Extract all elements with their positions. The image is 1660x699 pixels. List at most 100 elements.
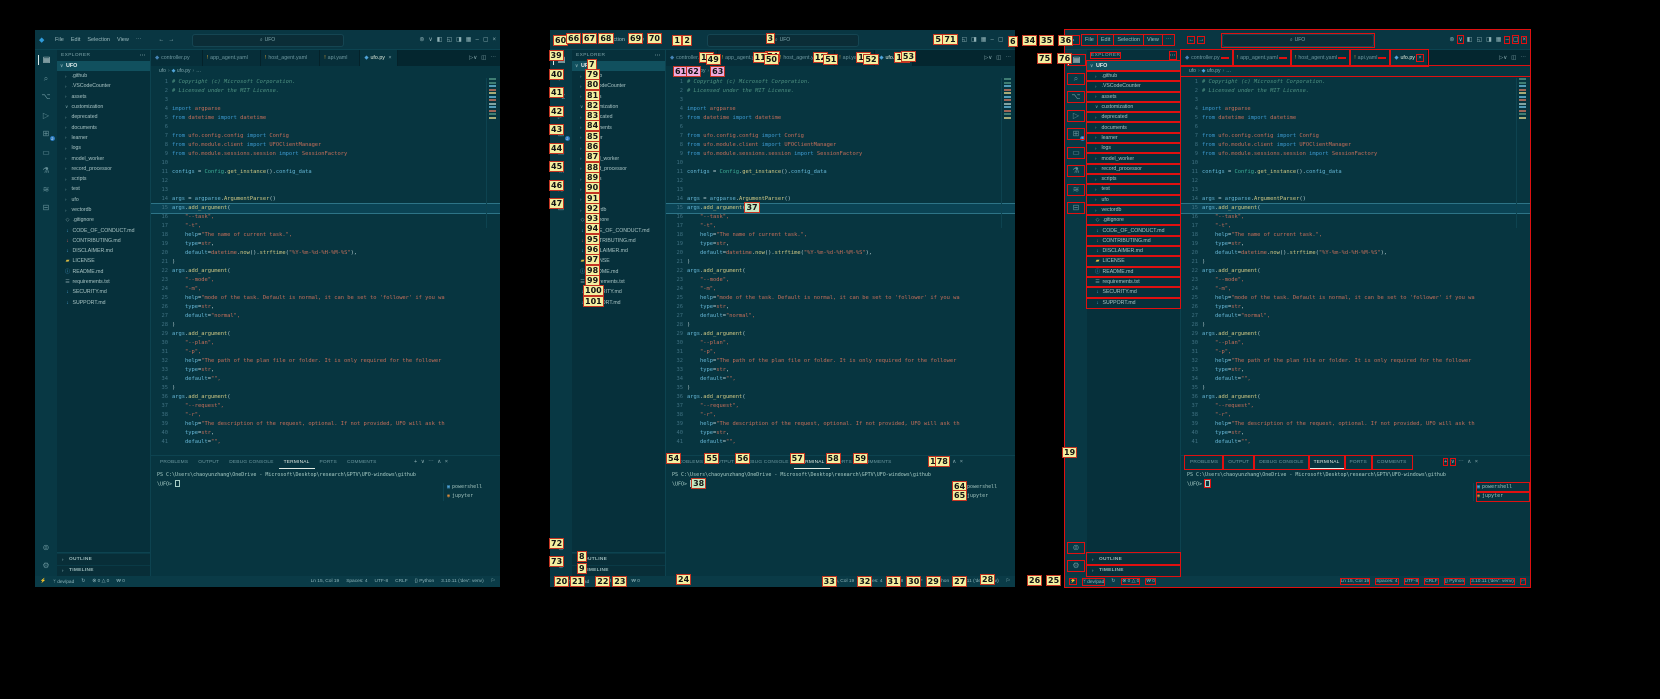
status-pyver[interactable]: 3.10.11 ('dev': venv)	[1471, 579, 1514, 584]
tree-item[interactable]: ›assets	[1087, 92, 1180, 102]
act-remote-icon[interactable]: ▭	[1068, 148, 1084, 158]
panel-tab-terminal[interactable]: TERMINAL	[279, 456, 315, 469]
tree-item[interactable]: ↓SUPPORT.md	[1087, 298, 1180, 308]
status-spaces[interactable]: Spaces: 4	[1376, 579, 1397, 584]
layout-toggle-icon[interactable]: ◧	[437, 36, 443, 43]
terminal[interactable]: PS C:\Users\chaoyunzhang\OneDrive - Micr…	[151, 469, 500, 576]
section-timeline[interactable]: ›TIMELINE	[1087, 565, 1180, 577]
menu-item-more[interactable]: ⋯	[1163, 35, 1175, 45]
act-run-icon[interactable]: ▷	[1068, 111, 1084, 121]
tree-item[interactable]: ›vectordb	[1087, 205, 1180, 215]
tree-item[interactable]: ∨customization	[57, 102, 150, 112]
status-lncol[interactable]: Ln 15, Col 19	[311, 579, 340, 584]
terminal[interactable]: PS C:\Users\chaoyunzhang\OneDrive - Micr…	[1181, 469, 1530, 576]
tree-item[interactable]: ›logs	[1087, 143, 1180, 153]
back-icon[interactable]: ←	[158, 37, 164, 43]
panel-tab-problems[interactable]: PROBLEMS	[155, 456, 193, 469]
action-split-icon[interactable]: ◫	[481, 55, 486, 61]
tree-item[interactable]: ›.VSCodeCounter	[1087, 81, 1180, 91]
tree-item[interactable]: ☰requirements.txt	[1087, 277, 1180, 287]
term-chevron-icon[interactable]: ∨	[421, 459, 425, 465]
terminal-session-jupyter[interactable]: ◉jupyter	[1477, 492, 1529, 501]
tab-app_agent.yaml[interactable]: !app_agent.yaml	[1233, 50, 1291, 66]
layout-toggle-icon[interactable]: ◨	[456, 36, 462, 43]
menu-item-file[interactable]: File	[52, 35, 67, 45]
layout-toggle-icon[interactable]: ◨	[1486, 36, 1492, 43]
breadcrumb[interactable]: ufo›◆ ufo.py›…	[151, 66, 500, 76]
tree-item[interactable]: ›documents	[1087, 122, 1180, 132]
status-bell[interactable]: ⚐	[1006, 579, 1010, 584]
action-run-icon[interactable]: ▷∨	[469, 55, 477, 61]
term-plus-icon[interactable]: +	[414, 459, 417, 465]
act-test-icon[interactable]: ⚗	[1068, 166, 1084, 176]
layout-toggle-icon[interactable]: ▦	[1496, 36, 1502, 43]
explorer-more-icon[interactable]: ⋯	[1170, 52, 1176, 59]
tab-api.yaml[interactable]: !api.yaml	[1350, 50, 1390, 66]
action-more-icon[interactable]: ⋯	[491, 55, 497, 61]
status-encoding[interactable]: UTF-8	[375, 579, 389, 584]
act-test-icon[interactable]: ⚗	[38, 166, 54, 176]
layout-toggle-icon[interactable]: ▦	[981, 36, 987, 43]
tree-item[interactable]: ↓CODE_OF_CONDUCT.md	[57, 225, 150, 235]
status-ports[interactable]: ₩ 0	[116, 579, 125, 584]
panel-tab-ports[interactable]: PORTS	[315, 456, 342, 469]
terminal-session-jupyter[interactable]: ◉jupyter	[447, 492, 499, 501]
tree-item[interactable]: ›.github	[1087, 71, 1180, 81]
section-timeline[interactable]: ›TIMELINE	[57, 565, 150, 577]
tab-ufo.py[interactable]: ◆ufo.py×	[1390, 50, 1428, 66]
menu-item-edit[interactable]: Edit	[1098, 35, 1113, 45]
action-more-icon[interactable]: ⋯	[1006, 55, 1012, 61]
tree-item[interactable]: ↓CONTRIBUTING.md	[57, 236, 150, 246]
term-kill-icon[interactable]: ×	[445, 459, 448, 465]
maximize-button[interactable]: ▢	[1513, 36, 1519, 43]
back-icon[interactable]: ←	[1188, 37, 1194, 43]
minimap[interactable]	[1001, 78, 1015, 228]
panel-tab-output[interactable]: OUTPUT	[1223, 456, 1254, 469]
breadcrumb-item[interactable]: …	[196, 68, 201, 74]
tree-item[interactable]: ›learner	[57, 133, 150, 143]
tree-item[interactable]: ›record_processor	[1087, 164, 1180, 174]
tree-item[interactable]: ›deprecated	[57, 112, 150, 122]
tab-close-icon[interactable]: ×	[1417, 55, 1423, 61]
status-problems[interactable]: ⊗ 0 △ 0	[92, 579, 109, 584]
tree-item[interactable]: ↓CONTRIBUTING.md	[1087, 236, 1180, 246]
menu-item-view[interactable]: View	[1144, 35, 1162, 45]
maximize-button[interactable]: ▢	[998, 36, 1004, 43]
breadcrumb-item[interactable]: ◆ ufo.py	[172, 68, 191, 74]
tree-item[interactable]: ›learner	[1087, 133, 1180, 143]
tree-item[interactable]: ›test	[1087, 184, 1180, 194]
terminal-session-powershell[interactable]: ▣powershell	[1477, 483, 1529, 492]
maximize-button[interactable]: ▢	[483, 36, 489, 43]
status-remote[interactable]: ⚡	[40, 579, 46, 584]
tab-close-icon[interactable]: ×	[387, 55, 393, 61]
term-up-icon[interactable]: ∧	[952, 459, 956, 465]
minimize-button[interactable]: –	[990, 37, 993, 43]
tree-item[interactable]: ›scripts	[57, 174, 150, 184]
tree-item[interactable]: ↓SECURITY.md	[1087, 287, 1180, 297]
term-chevron-icon[interactable]: ∨	[1451, 459, 1455, 465]
minimize-button[interactable]: –	[1505, 37, 1508, 43]
tab-controller.py[interactable]: ◆controller.py	[151, 50, 203, 66]
act-chat-icon[interactable]: ⊟	[38, 203, 54, 213]
tree-item[interactable]: ›model_worker	[1087, 153, 1180, 163]
menu-item-file[interactable]: File	[1082, 35, 1097, 45]
term-up-icon[interactable]: ∧	[437, 459, 441, 465]
status-problems[interactable]: ⊗ 0 △ 0	[1122, 579, 1139, 584]
tree-item[interactable]: ◇.gitignore	[57, 215, 150, 225]
menu-item-selection[interactable]: Selection	[1114, 35, 1143, 45]
menu-item-more[interactable]: ⋯	[133, 35, 145, 45]
term-more-icon[interactable]: ⋯	[1458, 459, 1464, 465]
tree-item[interactable]: ⓘREADME.md	[1087, 267, 1180, 277]
act-settings-icon[interactable]: ⚙	[1068, 561, 1084, 571]
search-input[interactable]: ⌕UFO	[192, 34, 344, 47]
status-bell[interactable]: ⚐	[1521, 579, 1525, 584]
panel-tab-output[interactable]: OUTPUT	[193, 456, 224, 469]
close-button[interactable]: ×	[1522, 37, 1526, 43]
tree-item[interactable]: ›documents	[57, 122, 150, 132]
panel-tab-problems[interactable]: PROBLEMS	[1185, 456, 1223, 469]
act-extensions-icon[interactable]: ⊞2	[1068, 129, 1084, 139]
layout-toggle-icon[interactable]: ◱	[1476, 36, 1482, 43]
status-spaces[interactable]: Spaces: 4	[346, 579, 367, 584]
minimap[interactable]	[486, 78, 500, 228]
terminal-session-powershell[interactable]: ▣powershell	[962, 483, 1014, 492]
